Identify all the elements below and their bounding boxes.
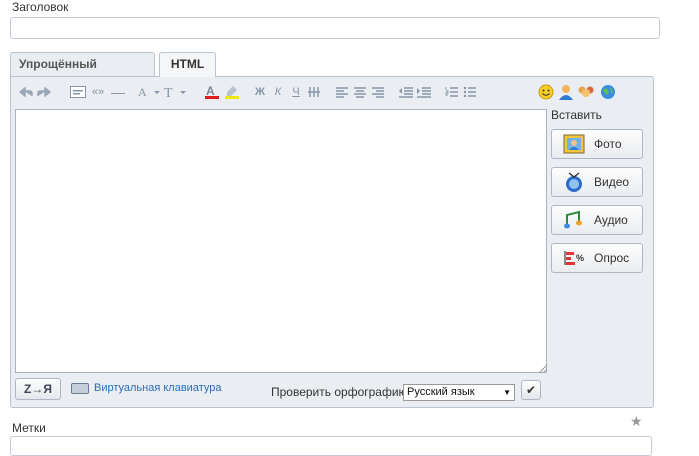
photo-icon [562,133,586,155]
insert-poll-button[interactable]: % Опрос [551,243,643,273]
svg-text:A: A [206,84,215,98]
insert-video-button[interactable]: Видео [551,167,643,197]
text-color-icon[interactable]: A [203,82,221,102]
svg-text:A: A [138,85,147,99]
insert-audio-label: Аудио [594,213,628,227]
insert-photo-label: Фото [594,137,622,151]
insert-video-label: Видео [594,175,630,189]
numbered-list-icon[interactable] [443,82,461,102]
tags-input[interactable] [10,436,652,456]
quote-icon[interactable]: «» [89,82,107,102]
align-left-icon[interactable] [333,82,351,102]
italic-icon[interactable]: К [269,82,287,102]
font-face-icon[interactable]: A [137,82,163,102]
align-right-icon[interactable] [369,82,387,102]
font-size-icon[interactable]: T [163,82,189,102]
poll-icon: % [562,247,586,269]
align-center-icon[interactable] [351,82,369,102]
transliterate-button[interactable]: Z→Я [15,378,61,400]
chevron-down-icon: ▼ [503,388,511,397]
tab-html[interactable]: HTML [159,52,216,77]
tags-label: Метки [12,421,46,435]
insert-panel-title: Вставить [551,108,602,122]
globe-icon[interactable] [599,82,617,102]
insert-audio-button[interactable]: Аудио [551,205,643,235]
undo-icon[interactable] [17,82,35,102]
strikethrough-icon[interactable] [305,82,323,102]
spellcheck-language-value: Русский язык [407,386,475,398]
smiley-code-icon[interactable] [69,82,87,102]
svg-text:T: T [164,86,173,99]
resize-grip[interactable] [539,365,547,373]
svg-text:%: % [576,253,584,263]
underline-icon[interactable]: Ч [287,82,305,102]
bullet-list-icon[interactable] [461,82,479,102]
redo-icon[interactable] [35,82,53,102]
editor-bottom-bar: Z→Я Виртуальная клавиатура Проверить орф… [11,375,653,405]
spellcheck-button[interactable]: ✔ [521,380,541,400]
editor-frame: «» — A T A Ж К Ч Вставить Фото Видео Ауд… [10,76,654,408]
spellcheck-language-select[interactable]: Русский язык ▼ [403,384,515,401]
dash-icon[interactable]: — [109,82,127,102]
insert-photo-button[interactable]: Фото [551,129,643,159]
keyboard-icon[interactable] [71,383,89,394]
community-icon[interactable] [577,82,595,102]
formatting-toolbar: «» — A T A Ж К Ч [17,82,647,104]
editor-textarea[interactable] [15,109,547,373]
star-icon[interactable]: ★ [630,413,643,430]
virtual-keyboard-link[interactable]: Виртуальная клавиатура [94,382,221,394]
title-label: Заголовок [12,0,69,14]
emoticon-icon[interactable] [537,82,555,102]
highlight-icon[interactable] [223,82,241,102]
video-icon [562,171,586,193]
insert-poll-label: Опрос [594,251,630,265]
bold-icon[interactable]: Ж [251,82,269,102]
indent-icon[interactable] [415,82,433,102]
spellcheck-label: Проверить орфографию [271,385,408,399]
audio-icon [562,209,586,231]
outdent-icon[interactable] [397,82,415,102]
tab-simple-format[interactable]: Упрощённый формат [10,52,155,93]
user-icon[interactable] [557,82,575,102]
title-input[interactable] [10,17,660,39]
